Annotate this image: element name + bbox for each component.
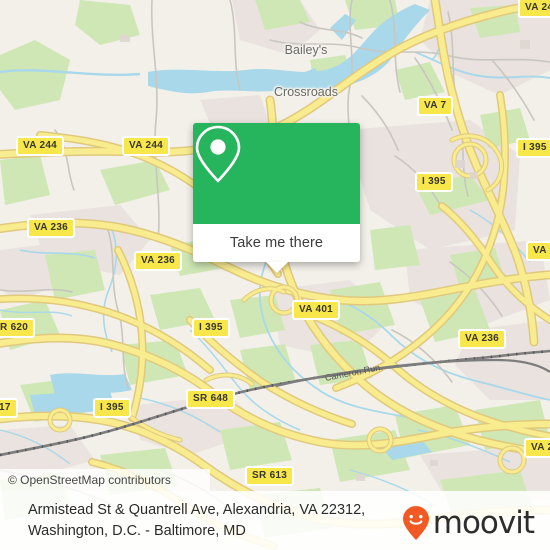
- location-title-line2: Washington, D.C. - Baltimore, MD: [28, 523, 246, 539]
- road-shield[interactable]: VA 236: [458, 329, 507, 349]
- road-shield[interactable]: I 395: [192, 318, 230, 338]
- road-shield[interactable]: 17: [0, 398, 18, 418]
- road-shield[interactable]: SR 613: [245, 466, 295, 486]
- road-shield[interactable]: VA 401: [292, 300, 341, 320]
- road-shield[interactable]: VA 236: [524, 438, 550, 458]
- road-shield[interactable]: SR 620: [0, 318, 36, 338]
- location-title: Armistead St & Quantrell Ave, Alexandria…: [28, 500, 408, 542]
- road-shield[interactable]: VA 244: [122, 136, 171, 156]
- card-action-area[interactable]: Take me there: [193, 224, 360, 273]
- location-title-line1: Armistead St & Quantrell Ave, Alexandria…: [28, 502, 366, 518]
- road-shield[interactable]: I 395: [415, 172, 453, 192]
- footer-bar: Armistead St & Quantrell Ave, Alexandria…: [0, 491, 550, 550]
- road-shield[interactable]: I 395: [93, 398, 131, 418]
- map-canvas[interactable]: Bailey's Crossroads Cameron Run VA 244 V…: [0, 0, 550, 550]
- osm-attribution-text: © OpenStreetMap contributors: [8, 473, 171, 487]
- card-pin-area: [193, 123, 360, 224]
- road-shield[interactable]: VA 236: [27, 218, 76, 238]
- screenshot-root: Bailey's Crossroads Cameron Run VA 244 V…: [0, 0, 550, 550]
- road-shield[interactable]: VA 244: [16, 136, 65, 156]
- place-label-baileys-crossroads: Bailey's Crossroads: [274, 43, 338, 99]
- card-pointer-tail: [265, 262, 288, 273]
- road-shield[interactable]: VA 245: [518, 0, 550, 18]
- osm-attribution[interactable]: © OpenStreetMap contributors: [0, 469, 210, 491]
- map-pin-icon: [195, 125, 241, 183]
- take-me-there-label: Take me there: [229, 235, 324, 251]
- moovit-wordmark: moovit: [432, 504, 535, 541]
- moovit-pin-icon: [402, 506, 429, 540]
- take-me-there-card[interactable]: Take me there: [193, 123, 360, 273]
- road-shield[interactable]: VA 236: [134, 251, 183, 271]
- moovit-logo[interactable]: moovit: [402, 504, 535, 541]
- road-shield[interactable]: SR 648: [186, 389, 236, 409]
- road-shield[interactable]: I 395: [516, 138, 550, 158]
- road-shield[interactable]: VA 613: [526, 241, 550, 261]
- road-shield[interactable]: VA 7: [417, 96, 454, 116]
